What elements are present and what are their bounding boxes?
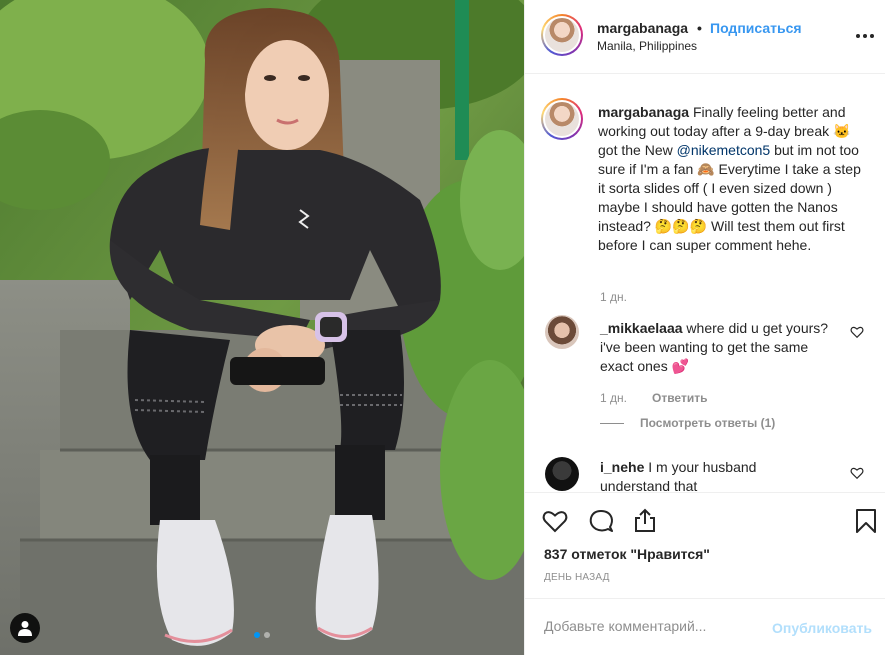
post-header: margabanaga • Подписаться Manila, Philip… xyxy=(525,0,885,74)
post-photo[interactable] xyxy=(0,0,524,655)
view-replies-line xyxy=(600,422,624,424)
caption-author-avatar[interactable] xyxy=(541,98,583,140)
post-side-panel: margabanaga • Подписаться Manila, Philip… xyxy=(524,0,885,655)
comment-input[interactable] xyxy=(544,618,764,634)
comment-body: i_nehe I m your husband understand that xyxy=(600,458,830,492)
view-replies-label: Посмотреть ответы (1) xyxy=(640,416,776,430)
carousel-dot-1[interactable] xyxy=(254,632,260,638)
post-actions: 837 отметок "Нравится" ДЕНЬ НАЗАД xyxy=(525,492,885,602)
commenter-avatar[interactable] xyxy=(545,315,579,349)
author-username[interactable]: margabanaga xyxy=(597,20,688,36)
like-comment-icon[interactable] xyxy=(850,325,864,339)
follow-button[interactable]: Подписаться xyxy=(710,20,802,36)
add-comment-bar: Опубликовать xyxy=(525,598,885,655)
heart-icon[interactable] xyxy=(541,507,569,535)
header-separator: • xyxy=(697,20,702,36)
caption-mention-link[interactable]: @nikemetcon5 xyxy=(677,142,771,158)
user-tag-button[interactable] xyxy=(10,613,40,643)
author-avatar[interactable] xyxy=(541,14,583,56)
commenter-avatar[interactable] xyxy=(545,457,579,491)
photo-image xyxy=(0,0,524,655)
bookmark-icon[interactable] xyxy=(852,507,880,535)
location-link[interactable]: Manila, Philippines xyxy=(597,39,697,53)
comments-list[interactable]: margabanaga Finally feeling better and w… xyxy=(525,75,885,492)
more-options-icon[interactable] xyxy=(856,28,876,44)
reply-button[interactable]: Ответить xyxy=(652,391,707,405)
carousel-indicator xyxy=(0,632,524,638)
commenter-username[interactable]: _mikkaelaaa xyxy=(600,320,683,336)
likes-count[interactable]: 837 отметок "Нравится" xyxy=(544,546,710,562)
view-replies-button[interactable]: Посмотреть ответы (1) xyxy=(600,416,775,430)
comment-icon[interactable] xyxy=(587,507,615,535)
post-caption: margabanaga Finally feeling better and w… xyxy=(598,103,868,255)
like-comment-icon[interactable] xyxy=(850,466,864,480)
comment-timestamp[interactable]: 1 дн. xyxy=(600,391,627,405)
comment-body: _mikkaelaaa where did u get yours? i've … xyxy=(600,319,830,376)
caption-timestamp[interactable]: 1 дн. xyxy=(600,290,627,304)
carousel-dot-2[interactable] xyxy=(264,632,270,638)
caption-text-part2: but im not too sure if I'm a fan 🙈 Every… xyxy=(598,142,861,253)
publish-button[interactable]: Опубликовать xyxy=(772,620,872,636)
caption-username[interactable]: margabanaga xyxy=(598,104,689,120)
commenter-username[interactable]: i_nehe xyxy=(600,459,644,475)
share-icon[interactable] xyxy=(631,507,659,535)
post-date[interactable]: ДЕНЬ НАЗАД xyxy=(544,572,610,583)
